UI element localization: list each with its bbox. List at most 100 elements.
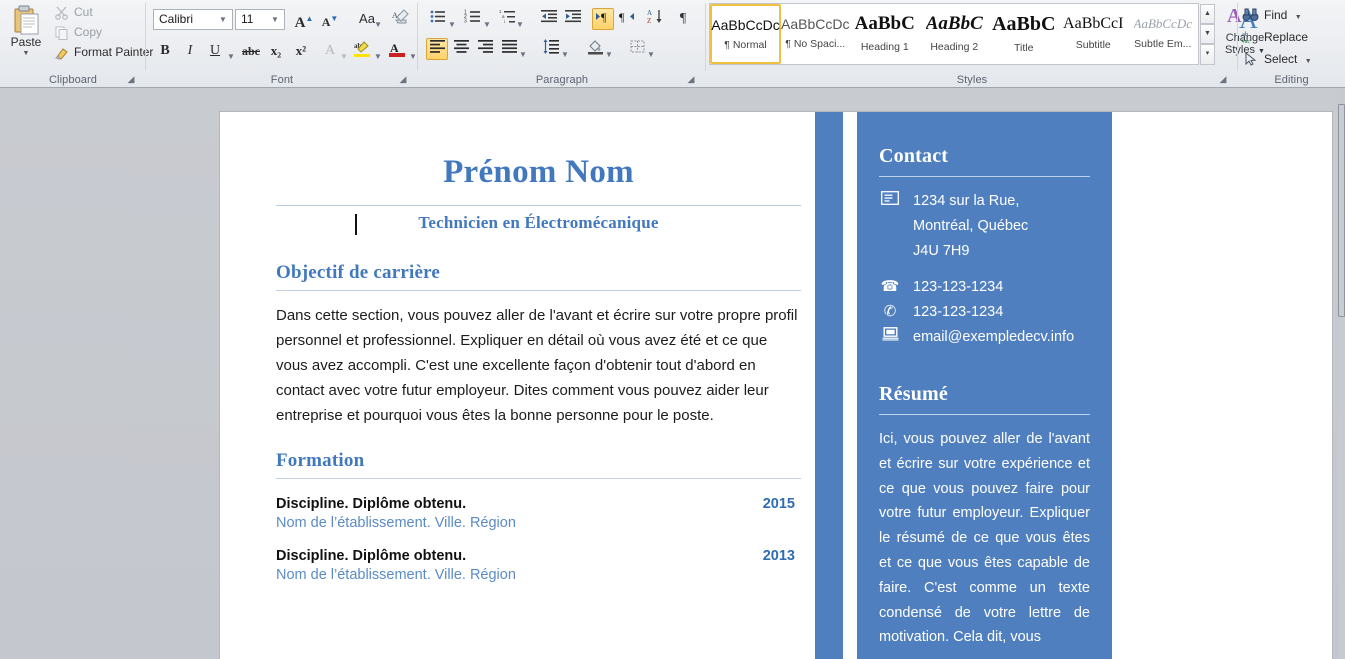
font-color-button[interactable]: A bbox=[386, 40, 408, 62]
paste-button[interactable]: Paste ▼ bbox=[4, 2, 48, 64]
cut-button[interactable]: Cut bbox=[52, 3, 93, 22]
shrink-font-button[interactable]: A▼ bbox=[318, 8, 342, 30]
bullets-dropdown[interactable]: ▼ bbox=[446, 8, 458, 30]
chevron-down-icon[interactable]: ▼ bbox=[217, 10, 229, 29]
select-button[interactable]: Select ▼ bbox=[1242, 49, 1312, 69]
styles-scroll-down-button[interactable]: ▼ bbox=[1200, 24, 1215, 44]
font-size-input[interactable]: 11 ▼ bbox=[235, 9, 285, 30]
style-tile-subtitle[interactable]: AaBbCcI Subtitle bbox=[1058, 3, 1129, 63]
numbering-dropdown[interactable]: ▼ bbox=[481, 8, 493, 30]
styles-more-button[interactable]: ▾ bbox=[1200, 44, 1215, 65]
style-name: Subtitle bbox=[1075, 39, 1111, 51]
numbered-list-icon: 1 2 3 bbox=[464, 10, 480, 25]
line-spacing-dropdown[interactable]: ▼ bbox=[559, 38, 571, 60]
multilevel-dropdown[interactable]: ▼ bbox=[514, 8, 526, 30]
replace-label: Replace bbox=[1264, 30, 1309, 44]
align-left-button[interactable] bbox=[426, 38, 448, 60]
increase-indent-icon bbox=[564, 10, 581, 23]
sort-button[interactable]: A Z bbox=[644, 8, 666, 30]
address-line-3: J4U 7H9 bbox=[913, 243, 970, 259]
education-list: Discipline. Diplôme obtenu. 2015 Nom de l’… bbox=[276, 496, 801, 583]
ribbon: Paste ▼ Cut Copy Format Painter Clipboar… bbox=[0, 0, 1345, 88]
find-label: Find bbox=[1264, 8, 1288, 22]
style-preview: AaBbC bbox=[992, 12, 1056, 35]
subscript-button[interactable]: x₂ bbox=[264, 40, 288, 62]
format-painter-button[interactable]: Format Painter bbox=[52, 43, 153, 62]
multilevel-list-icon: 1 a i bbox=[499, 9, 515, 24]
style-tile-normal[interactable]: AaBbCcDc ¶ Normal bbox=[710, 4, 781, 64]
chevron-down-icon[interactable]: ▼ bbox=[269, 10, 281, 29]
underline-button[interactable]: U bbox=[203, 40, 227, 62]
change-case-button[interactable]: Aa ▼ bbox=[351, 8, 383, 30]
strikethrough-button[interactable]: abc bbox=[239, 40, 263, 62]
resume-main-column: Prénom Nom Technicien en Électromécaniqu… bbox=[276, 112, 801, 583]
style-name: ¶ Normal bbox=[724, 39, 767, 51]
style-name: ¶ No Spaci... bbox=[785, 38, 846, 50]
italic-button[interactable]: I bbox=[178, 40, 202, 62]
document-page[interactable]: Prénom Nom Technicien en Électromécaniqu… bbox=[220, 112, 1332, 659]
replace-button[interactable]: ab ac Replace bbox=[1241, 27, 1309, 47]
strikethrough-label: abc bbox=[242, 44, 260, 58]
education-title: Discipline. Diplôme obtenu. bbox=[276, 496, 467, 512]
style-tile-subtle-em[interactable]: AaBbCcDc Subtle Em... bbox=[1128, 3, 1199, 63]
decrease-indent-button[interactable] bbox=[538, 8, 560, 30]
document-canvas[interactable]: Prénom Nom Technicien en Électromécaniqu… bbox=[0, 88, 1345, 659]
superscript-button[interactable]: x² bbox=[289, 40, 313, 62]
bullets-button[interactable] bbox=[426, 8, 448, 30]
styles-gallery[interactable]: AaBbCcDc ¶ Normal AaBbCcDc ¶ No Spaci... AaB… bbox=[709, 3, 1199, 65]
ltr-text-direction-button[interactable]: ¶ bbox=[592, 8, 614, 30]
styles-dialog-launcher[interactable] bbox=[1217, 73, 1229, 85]
paintbrush-icon bbox=[54, 45, 70, 61]
numbering-button[interactable]: 1 2 3 bbox=[461, 8, 483, 30]
email-value: email@exempledecv.info bbox=[913, 329, 1075, 345]
education-year: 2015 bbox=[762, 496, 795, 512]
education-school: Nom de l’établissement. Ville. Région bbox=[276, 515, 516, 531]
rtl-icon: ¶ bbox=[619, 10, 634, 24]
superscript-label: x² bbox=[295, 43, 307, 58]
resume-heading: Résumé bbox=[879, 383, 948, 405]
font-family-input[interactable]: Calibri ▼ bbox=[153, 9, 233, 30]
bold-button[interactable]: B bbox=[153, 40, 177, 62]
find-button[interactable]: Find ▼ bbox=[1242, 5, 1302, 25]
clear-formatting-button[interactable]: Aa bbox=[389, 7, 413, 29]
vertical-scrollbar[interactable] bbox=[1338, 88, 1345, 659]
paint-bucket-icon bbox=[587, 40, 603, 55]
svg-text:A: A bbox=[390, 41, 399, 55]
cut-label: Cut bbox=[74, 5, 93, 19]
paste-dropdown-caret[interactable]: ▼ bbox=[4, 50, 48, 57]
svg-text:¶: ¶ bbox=[601, 10, 607, 24]
style-tile-heading-1[interactable]: AaBbC Heading 1 bbox=[850, 3, 921, 63]
justify-dropdown[interactable]: ▼ bbox=[517, 38, 529, 60]
copy-button[interactable]: Copy bbox=[52, 23, 102, 42]
grow-font-label: A bbox=[294, 15, 306, 31]
select-dropdown-caret[interactable]: ▼ bbox=[1305, 58, 1312, 65]
font-dialog-launcher[interactable] bbox=[397, 73, 409, 85]
ribbon-group-paragraph: ▼ 1 2 3 ▼ 1 a i ▼ ¶ ¶ A Z ¶ ▼ ▼ ▼ ▼ Para… bbox=[418, 0, 706, 88]
clipboard-dialog-launcher[interactable] bbox=[125, 73, 137, 85]
style-tile-no-spaci[interactable]: AaBbCcDc ¶ No Spaci... bbox=[780, 3, 851, 63]
align-center-button[interactable] bbox=[450, 38, 472, 60]
highlight-color-button[interactable]: ab bbox=[351, 40, 373, 62]
show-formatting-marks-button[interactable]: ¶ bbox=[672, 8, 694, 30]
shading-dropdown[interactable]: ▼ bbox=[603, 38, 615, 60]
address-line-2: Montréal, Québec bbox=[913, 218, 1029, 234]
scrollbar-thumb[interactable] bbox=[1338, 104, 1345, 317]
styles-scroll-up-button[interactable]: ▲ bbox=[1200, 4, 1215, 24]
style-tile-heading-2[interactable]: AaBbC Heading 2 bbox=[919, 3, 990, 63]
style-tile-title[interactable]: AaBbC Title bbox=[989, 3, 1060, 63]
rtl-text-direction-button[interactable]: ¶ bbox=[616, 8, 638, 30]
paragraph-dialog-launcher[interactable] bbox=[685, 73, 697, 85]
style-preview: AaBbCcDc bbox=[1133, 16, 1192, 31]
style-name: Subtle Em... bbox=[1134, 38, 1192, 50]
align-right-button[interactable] bbox=[474, 38, 496, 60]
style-preview: AaBbC bbox=[925, 13, 983, 34]
grow-font-button[interactable]: A▲ bbox=[292, 8, 316, 31]
resume-sidebar: Contact 1234 sur la Rue, Montréal, Québe… bbox=[857, 112, 1112, 659]
resume-body: Ici, vous pouvez aller de l'avant et écr… bbox=[879, 431, 1090, 646]
text-cursor bbox=[355, 214, 357, 235]
increase-indent-button[interactable] bbox=[562, 8, 584, 30]
objective-body: Dans cette section, vous pouvez aller de… bbox=[276, 307, 798, 424]
borders-dropdown[interactable]: ▼ bbox=[645, 38, 657, 60]
education-title: Discipline. Diplôme obtenu. bbox=[276, 548, 467, 564]
find-dropdown-caret[interactable]: ▼ bbox=[1295, 14, 1302, 21]
